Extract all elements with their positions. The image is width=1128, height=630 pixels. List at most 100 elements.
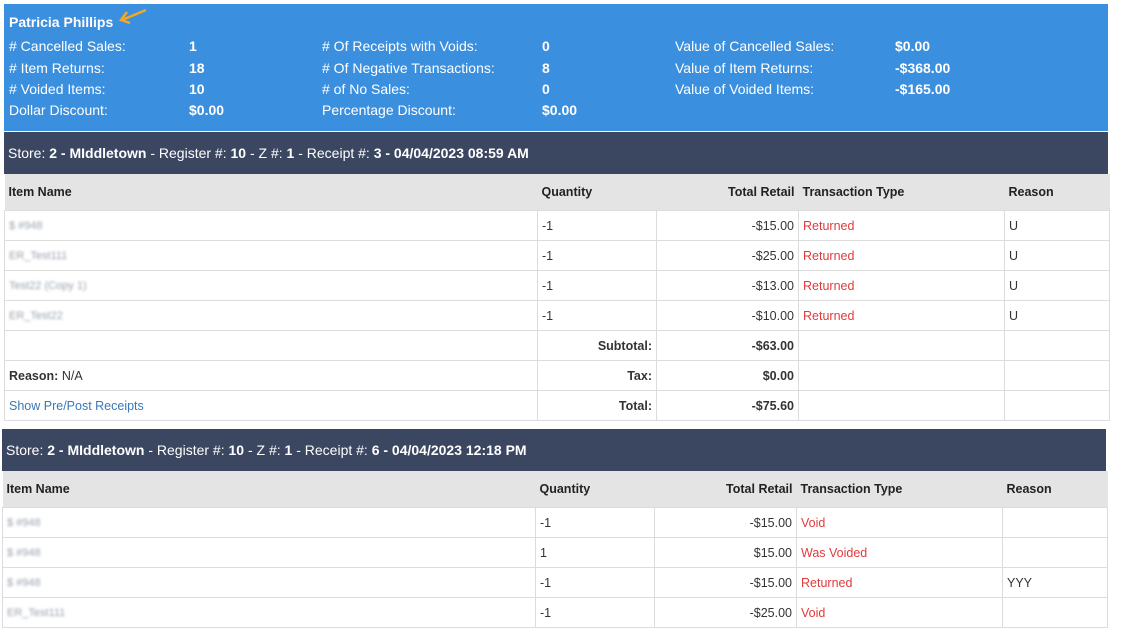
stat-value-value-cancelled-sales: $0.00 xyxy=(895,38,931,54)
table-row: ER_Test111 -1 -$25.00 Returned U xyxy=(4,240,1110,271)
reason-cell: U xyxy=(1004,210,1110,241)
reason-cell: YYY xyxy=(1002,567,1108,598)
reason-cell: U xyxy=(1004,300,1110,331)
reason-cell: U xyxy=(1004,240,1110,271)
reason-cell: U xyxy=(1004,270,1110,301)
subtotal-value: -$63.00 xyxy=(656,330,799,361)
register-value: 10 xyxy=(230,145,247,161)
stat-value-voided-items: 10 xyxy=(189,81,205,97)
store-value: 2 - MIddletown xyxy=(49,145,147,161)
stat-value-item-returns: 18 xyxy=(189,60,205,76)
quantity-cell: -1 xyxy=(537,210,657,241)
register-label: - Register #: xyxy=(144,442,225,458)
total-retail-cell: -$13.00 xyxy=(656,270,799,301)
employee-summary-panel: Patricia Phillips # Cancelled Sales: 1 #… xyxy=(4,4,1108,131)
item-name-cell: $ #948 xyxy=(2,537,536,568)
stat-label-dollar-discount: Dollar Discount: xyxy=(9,102,108,118)
transaction-type-cell: Returned xyxy=(796,567,1003,598)
register-value: 10 xyxy=(228,442,245,458)
total-value: -$75.60 xyxy=(656,390,799,421)
stat-label-cancelled-sales: # Cancelled Sales: xyxy=(9,38,126,54)
column-header-item-name[interactable]: Item Name xyxy=(2,471,536,508)
receipt-label: - Receipt #: xyxy=(292,442,368,458)
stat-value-dollar-discount: $0.00 xyxy=(189,102,225,118)
subtotal-row: Subtotal: -$63.00 xyxy=(4,330,1110,361)
quantity-cell: -1 xyxy=(537,240,657,271)
stat-value-cancelled-sales: 1 xyxy=(189,38,197,54)
item-name-cell: ER_Test111 xyxy=(2,597,536,628)
stat-label-receipts-with-voids: # Of Receipts with Voids: xyxy=(322,38,478,54)
total-retail-cell: -$25.00 xyxy=(656,240,799,271)
quantity-cell: -1 xyxy=(535,597,655,628)
stat-value-no-sales: 0 xyxy=(542,81,550,97)
receipt-items-table: Item Name Quantity Total Retail Transact… xyxy=(4,174,1110,421)
receipt-value: 6 - 04/04/2023 12:18 PM xyxy=(371,442,527,458)
stat-value-negative-transactions: 8 xyxy=(542,60,550,76)
quantity-cell: -1 xyxy=(535,567,655,598)
reason-cell xyxy=(1002,537,1108,568)
total-retail-cell: -$10.00 xyxy=(656,300,799,331)
total-retail-cell: -$15.00 xyxy=(654,567,797,598)
transaction-type-cell: Void xyxy=(796,507,1003,538)
column-header-reason[interactable]: Reason xyxy=(1002,471,1108,508)
table-row: Test22 (Copy 1) -1 -$13.00 Returned U xyxy=(4,270,1110,301)
item-name-cell: ER_Test22 xyxy=(4,300,538,331)
stat-value-percentage-discount: $0.00 xyxy=(542,102,578,118)
total-row: Show Pre/Post Receipts Total: -$75.60 xyxy=(4,390,1110,421)
column-header-total-retail[interactable]: Total Retail xyxy=(654,471,797,508)
table-row: $ #948 -1 -$15.00 Void xyxy=(2,507,1108,538)
z-label: - Z #: xyxy=(246,145,283,161)
column-header-item-name[interactable]: Item Name xyxy=(4,174,538,211)
item-name-cell: $ #948 xyxy=(4,210,538,241)
transaction-type-cell: Returned xyxy=(798,270,1005,301)
z-label: - Z #: xyxy=(244,442,281,458)
receipt-reason: Reason: N/A xyxy=(4,360,538,391)
receipt-value: 3 - 04/04/2023 08:59 AM xyxy=(373,145,529,161)
column-header-reason[interactable]: Reason xyxy=(1004,174,1110,211)
column-header-quantity[interactable]: Quantity xyxy=(537,174,657,211)
column-header-total-retail[interactable]: Total Retail xyxy=(656,174,799,211)
transaction-type-cell: Was Voided xyxy=(796,537,1003,568)
item-name-cell: $ #948 xyxy=(2,507,536,538)
column-header-transaction-type[interactable]: Transaction Type xyxy=(796,471,1003,508)
tax-value: $0.00 xyxy=(656,360,799,391)
subtotal-label: Subtotal: xyxy=(537,330,657,361)
stat-label-value-item-returns: Value of Item Returns: xyxy=(675,60,814,76)
show-pre-post-receipts-link[interactable]: Show Pre/Post Receipts xyxy=(9,399,144,413)
item-name-cell: ER_Test111 xyxy=(4,240,538,271)
stat-label-value-cancelled-sales: Value of Cancelled Sales: xyxy=(675,38,835,54)
quantity-cell: -1 xyxy=(537,270,657,301)
tax-label: Tax: xyxy=(537,360,657,391)
store-value: 2 - MIddletown xyxy=(47,442,145,458)
item-name-cell: $ #948 xyxy=(2,567,536,598)
quantity-cell: 1 xyxy=(535,537,655,568)
register-label: - Register #: xyxy=(146,145,227,161)
stat-label-percentage-discount: Percentage Discount: xyxy=(322,102,456,118)
stat-value-value-voided-items: -$165.00 xyxy=(895,81,951,97)
receipt-header: Store: 2 - MIddletown - Register #: 10 -… xyxy=(4,132,1108,174)
receipt-items-table: Item Name Quantity Total Retail Transact… xyxy=(2,471,1108,628)
quantity-cell: -1 xyxy=(535,507,655,538)
quantity-cell: -1 xyxy=(537,300,657,331)
table-row: $ #948 1 $15.00 Was Voided xyxy=(2,537,1108,568)
receipt-label: - Receipt #: xyxy=(294,145,370,161)
reason-cell xyxy=(1002,507,1108,538)
stat-value-value-item-returns: -$368.00 xyxy=(895,60,951,76)
stat-value-receipts-with-voids: 0 xyxy=(542,38,550,54)
pointer-arrow-icon xyxy=(118,8,147,25)
total-retail-cell: -$15.00 xyxy=(654,507,797,538)
total-retail-cell: $15.00 xyxy=(654,537,797,568)
table-row: ER_Test111 -1 -$25.00 Void xyxy=(2,597,1108,628)
store-label: Store: xyxy=(8,145,46,161)
column-header-quantity[interactable]: Quantity xyxy=(535,471,655,508)
table-header-row: Item Name Quantity Total Retail Transact… xyxy=(2,471,1108,508)
total-retail-cell: -$15.00 xyxy=(656,210,799,241)
column-header-transaction-type[interactable]: Transaction Type xyxy=(798,174,1005,211)
reason-cell xyxy=(1002,597,1108,628)
table-row: $ #948 -1 -$15.00 Returned YYY xyxy=(2,567,1108,598)
table-header-row: Item Name Quantity Total Retail Transact… xyxy=(4,174,1110,211)
total-label: Total: xyxy=(537,390,657,421)
table-row: ER_Test22 -1 -$10.00 Returned U xyxy=(4,300,1110,331)
receipt-header: Store: 2 - MIddletown - Register #: 10 -… xyxy=(2,429,1106,471)
reason-label: Reason: xyxy=(9,368,59,383)
